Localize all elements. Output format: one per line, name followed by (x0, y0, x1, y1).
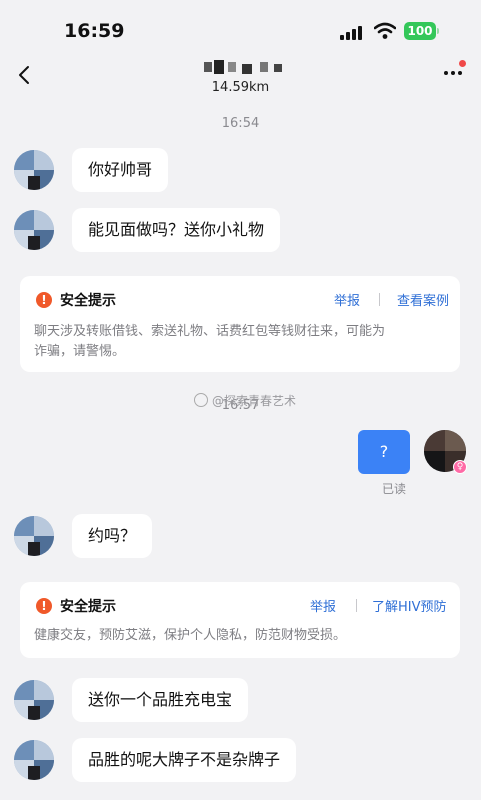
battery-tip (437, 28, 439, 34)
safety-tip-card: ! 安全提示 举报 查看案例 聊天涉及转账借钱、索送礼物、话费红包等钱财往来，可… (20, 276, 460, 372)
contact-name-mosaic (204, 58, 284, 76)
message-bubble[interactable]: 能见面做吗？送你小礼物 (72, 208, 281, 252)
view-cases-link[interactable]: 查看案例 (397, 290, 449, 309)
read-status: 已读 (382, 482, 407, 496)
wifi-icon (374, 22, 396, 39)
contact-distance: 14.59km (211, 80, 270, 95)
safety-tip-title: 安全提示 (60, 293, 116, 309)
female-icon: ♀ (453, 460, 467, 474)
message-bubble[interactable]: 约吗？ (72, 514, 153, 558)
avatar[interactable] (14, 740, 54, 780)
exclamation-icon: ! (36, 598, 52, 614)
avatar[interactable] (14, 680, 54, 720)
safety-tip-line: 诈骗，请警惕。 (34, 344, 126, 359)
avatar[interactable] (14, 210, 54, 250)
nav-bar: 14.59km (0, 56, 481, 106)
exclamation-icon: ! (36, 292, 52, 308)
cellular-signal-icon (340, 26, 366, 40)
report-link[interactable]: 举报 (334, 290, 360, 309)
avatar[interactable] (14, 150, 54, 190)
safety-tip-line: 聊天涉及转账借钱、索送礼物、话费红包等钱财往来，可能为 (34, 324, 386, 339)
report-link[interactable]: 举报 (310, 596, 336, 615)
my-message-bubble[interactable]: ? (358, 430, 410, 474)
message-bubble[interactable]: 品胜的呢大牌子不是杂牌子 (72, 738, 297, 782)
status-time: 16:59 (64, 20, 125, 42)
status-bar: 16:59 100 (0, 0, 481, 60)
more-dots-icon[interactable] (443, 70, 463, 76)
safety-tip-body: 健康交友，预防艾滋，保护个人隐私，防范财物受损。 (34, 626, 346, 646)
avatar[interactable] (14, 516, 54, 556)
safety-tip-card: ! 安全提示 举报 了解HIV预防 健康交友，预防艾滋，保护个人隐私，防范财物受… (20, 582, 460, 658)
battery-icon: 100 (404, 22, 436, 40)
safety-tip-title: 安全提示 (60, 599, 116, 615)
watermark-text: @探索青春艺术 (212, 394, 297, 408)
weibo-icon (194, 393, 208, 407)
message-bubble[interactable]: 你好帅哥 (72, 148, 169, 192)
message-bubble[interactable]: 送你一个品胜充电宝 (72, 678, 249, 722)
hiv-prevention-link[interactable]: 了解HIV预防 (372, 596, 447, 615)
notification-dot (459, 60, 466, 67)
divider (356, 599, 357, 612)
watermark: @探索青春艺术 (194, 392, 296, 409)
timestamp: 16:54 (221, 116, 260, 131)
safety-tip-line: 健康交友，预防艾滋，保护个人隐私，防范财物受损。 (34, 628, 347, 643)
divider (379, 293, 380, 306)
safety-tip-body: 聊天涉及转账借钱、索送礼物、话费红包等钱财往来，可能为 诈骗，请警惕。 (34, 322, 385, 362)
